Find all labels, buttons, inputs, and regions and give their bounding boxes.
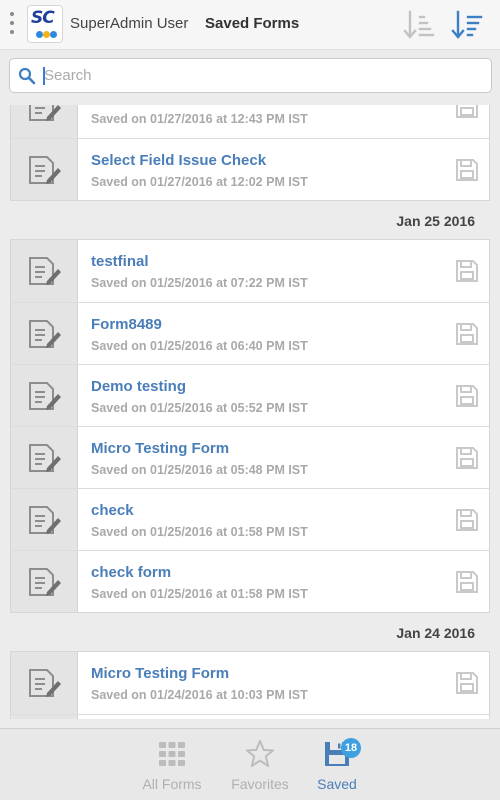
saved-timestamp: Saved on 01/24/2016 at 10:03 PM IST <box>91 688 308 702</box>
form-title: check <box>91 502 134 519</box>
sort-descending-icon[interactable] <box>450 6 484 44</box>
saved-form-row[interactable]: check form Saved on 01/25/2016 at 01:58 P… <box>11 550 489 612</box>
form-card: Micro Testing Form Saved on 01/24/2016 at… <box>10 651 490 719</box>
edit-form-icon[interactable] <box>11 551 78 612</box>
form-title: Micro Testing Form <box>91 665 230 682</box>
saved-form-row[interactable]: Saved on 01/27/2016 at 12:43 PM IST <box>11 105 489 138</box>
form-title: testfinal <box>91 253 149 270</box>
saved-timestamp: Saved on 01/27/2016 at 12:02 PM IST <box>91 175 308 189</box>
app-logo: SC <box>27 5 63 43</box>
edit-form-icon[interactable] <box>11 139 78 200</box>
save-icon[interactable] <box>455 446 479 470</box>
form-card: testfinal Saved on 01/25/2016 at 07:22 PM… <box>10 239 490 613</box>
saved-form-row[interactable]: Form8489 Saved on 01/25/2016 at 06:40 PM … <box>11 302 489 364</box>
date-label: Jan 25 2016 <box>396 213 475 229</box>
logo-dot <box>50 31 57 38</box>
save-icon[interactable] <box>455 508 479 532</box>
tab-favorites[interactable]: Favorites <box>220 729 300 800</box>
edit-form-icon[interactable] <box>11 365 78 426</box>
sort-ascending-icon[interactable] <box>402 6 436 44</box>
saved-timestamp: Saved on 01/25/2016 at 01:58 PM IST <box>91 587 308 601</box>
saved-form-row[interactable]: Micro Testing Form Saved on 01/25/2016 at… <box>11 426 489 488</box>
saved-timestamp: Saved on 01/25/2016 at 01:58 PM IST <box>91 525 308 539</box>
tab-label: All Forms <box>142 776 202 792</box>
saved-count-badge: 18 <box>341 738 361 758</box>
save-icon[interactable] <box>455 105 479 119</box>
date-header: Jan 25 2016 <box>0 201 500 239</box>
form-title: Demo testing <box>91 378 187 395</box>
tab-saved[interactable]: 18 Saved <box>305 729 369 800</box>
search-bar <box>0 51 500 103</box>
saved-form-row[interactable]: Select Field Issue Check Saved on 01/27/2… <box>11 138 489 200</box>
date-group: Saved on 01/27/2016 at 12:43 PM IST Selec… <box>0 105 500 201</box>
form-title: Select Field Issue Check <box>91 152 267 169</box>
form-title: Micro Testing Form <box>91 440 230 457</box>
search-icon <box>18 67 36 85</box>
app-header: SC SuperAdmin User Saved Forms <box>0 0 500 50</box>
logo-dots <box>36 31 57 39</box>
logo-dot <box>43 31 50 38</box>
grid-icon <box>159 742 185 766</box>
tab-label: Favorites <box>231 776 289 792</box>
saved-form-row[interactable]: Floating Test Form <box>11 714 489 719</box>
edit-form-icon[interactable] <box>11 652 78 714</box>
saved-forms-list[interactable]: Saved on 01/27/2016 at 12:43 PM IST Selec… <box>0 105 500 719</box>
save-icon[interactable] <box>455 259 479 283</box>
logo-text: SC <box>31 8 55 28</box>
edit-form-icon[interactable] <box>11 105 78 138</box>
page-title: Saved Forms <box>205 15 300 32</box>
date-header: Jan 24 2016 <box>0 613 500 651</box>
edit-form-icon[interactable] <box>11 489 78 550</box>
date-group: Jan 24 2016 Micro Testing Form Saved on 01… <box>0 613 500 719</box>
edit-form-icon[interactable] <box>11 427 78 488</box>
saved-form-row[interactable]: Micro Testing Form Saved on 01/24/2016 at… <box>11 652 489 714</box>
save-icon[interactable] <box>455 570 479 594</box>
save-icon[interactable] <box>455 384 479 408</box>
overflow-menu-icon[interactable] <box>8 12 16 38</box>
search-box[interactable] <box>9 58 492 93</box>
tab-label: Saved <box>317 776 357 792</box>
saved-timestamp: Saved on 01/25/2016 at 07:22 PM IST <box>91 276 308 290</box>
tab-all-forms[interactable]: All Forms <box>130 729 214 800</box>
edit-form-icon[interactable] <box>11 715 78 719</box>
search-input[interactable] <box>42 59 482 92</box>
saved-form-row[interactable]: Demo testing Saved on 01/25/2016 at 05:52… <box>11 364 489 426</box>
saved-form-row[interactable]: check Saved on 01/25/2016 at 01:58 PM IST <box>11 488 489 550</box>
saved-timestamp: Saved on 01/27/2016 at 12:43 PM IST <box>91 112 308 126</box>
saved-form-row[interactable]: testfinal Saved on 01/25/2016 at 07:22 PM… <box>11 240 489 302</box>
form-title: check form <box>91 564 172 581</box>
saved-timestamp: Saved on 01/25/2016 at 06:40 PM IST <box>91 339 308 353</box>
save-icon[interactable] <box>455 671 479 695</box>
date-label: Jan 24 2016 <box>396 625 475 641</box>
date-group: Jan 25 2016 testfinal Saved on 01/25/2016 … <box>0 201 500 613</box>
saved-timestamp: Saved on 01/25/2016 at 05:48 PM IST <box>91 463 308 477</box>
star-icon <box>246 740 274 767</box>
logo-dot <box>36 31 43 38</box>
edit-form-icon[interactable] <box>11 303 78 364</box>
form-title: Form8489 <box>91 316 162 333</box>
saved-timestamp: Saved on 01/25/2016 at 05:52 PM IST <box>91 401 308 415</box>
save-icon[interactable] <box>455 322 479 346</box>
form-card: Saved on 01/27/2016 at 12:43 PM IST Selec… <box>10 105 490 201</box>
edit-form-icon[interactable] <box>11 240 78 302</box>
bottom-tab-bar: All Forms Favorites 18 Saved <box>0 728 500 800</box>
save-icon[interactable] <box>455 158 479 182</box>
user-name: SuperAdmin User <box>70 15 189 32</box>
